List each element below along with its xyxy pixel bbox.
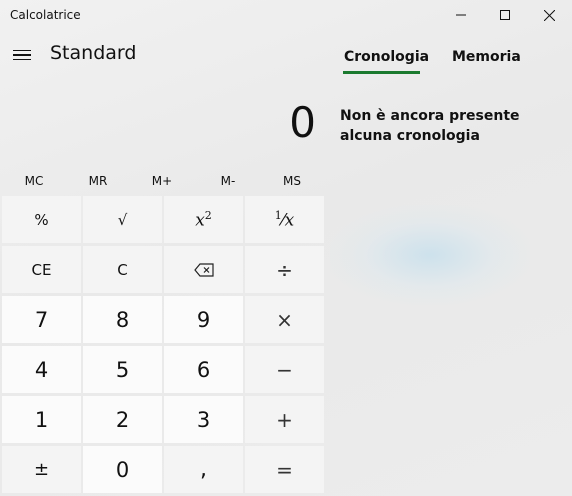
digit-9-button[interactable]: 9 [164, 296, 243, 343]
digit-6-button[interactable]: 6 [164, 346, 243, 393]
divide-button[interactable]: ÷ [245, 246, 324, 293]
mode-title: Standard [50, 42, 137, 64]
backspace-button[interactable] [164, 246, 243, 293]
minus-button[interactable]: − [245, 346, 324, 393]
percent-button[interactable]: % [2, 196, 81, 243]
memory-store-button[interactable]: MS [262, 174, 322, 188]
digit-3-button[interactable]: 3 [164, 396, 243, 443]
equals-button[interactable]: = [245, 446, 324, 493]
tab-memoria[interactable]: Memoria [452, 49, 521, 65]
maximize-icon [500, 10, 510, 20]
square-button[interactable]: x2 [164, 196, 243, 243]
title-bar: Calcolatrice [0, 0, 572, 30]
memory-subtract-button[interactable]: M- [198, 174, 258, 188]
multiply-button[interactable]: × [245, 296, 324, 343]
reciprocal-button[interactable]: 1⁄x [245, 196, 324, 243]
plus-button[interactable]: + [245, 396, 324, 443]
maximize-button[interactable] [482, 0, 528, 30]
clear-entry-button[interactable]: CE [2, 246, 81, 293]
memory-add-button[interactable]: M+ [132, 174, 192, 188]
digit-4-button[interactable]: 4 [2, 346, 81, 393]
active-tab-indicator [343, 71, 420, 74]
square-exponent: 2 [204, 208, 212, 222]
hamburger-icon[interactable] [13, 47, 33, 63]
memory-row: MC MR M+ M- MS [0, 170, 325, 194]
reciprocal-numerator: 1 [274, 208, 282, 222]
close-button[interactable] [526, 0, 572, 30]
digit-0-button[interactable]: 0 [83, 446, 162, 493]
reciprocal-denominator: x [284, 210, 295, 231]
memory-clear-button[interactable]: MC [4, 174, 64, 188]
decimal-button[interactable]: , [164, 446, 243, 493]
close-icon [543, 9, 555, 21]
keypad: % √ x2 1⁄x CE C ÷ 7 8 9 × 4 5 6 − 1 2 3 … [2, 196, 324, 496]
digit-5-button[interactable]: 5 [83, 346, 162, 393]
digit-7-button[interactable]: 7 [2, 296, 81, 343]
digit-2-button[interactable]: 2 [83, 396, 162, 443]
clear-button[interactable]: C [83, 246, 162, 293]
background-glow [330, 205, 530, 305]
sqrt-button[interactable]: √ [83, 196, 162, 243]
history-empty-message: Non è ancora presente alcuna cronologia [340, 108, 520, 144]
app-title: Calcolatrice [10, 8, 81, 22]
minimize-button[interactable] [438, 0, 484, 30]
digit-1-button[interactable]: 1 [2, 396, 81, 443]
tab-cronologia[interactable]: Cronologia [344, 49, 429, 65]
backspace-icon [193, 262, 214, 277]
negate-button[interactable]: ± [2, 446, 81, 493]
memory-recall-button[interactable]: MR [68, 174, 128, 188]
result-display: 0 [289, 98, 316, 147]
minimize-icon [456, 14, 466, 16]
square-base: x [195, 210, 205, 231]
digit-8-button[interactable]: 8 [83, 296, 162, 343]
